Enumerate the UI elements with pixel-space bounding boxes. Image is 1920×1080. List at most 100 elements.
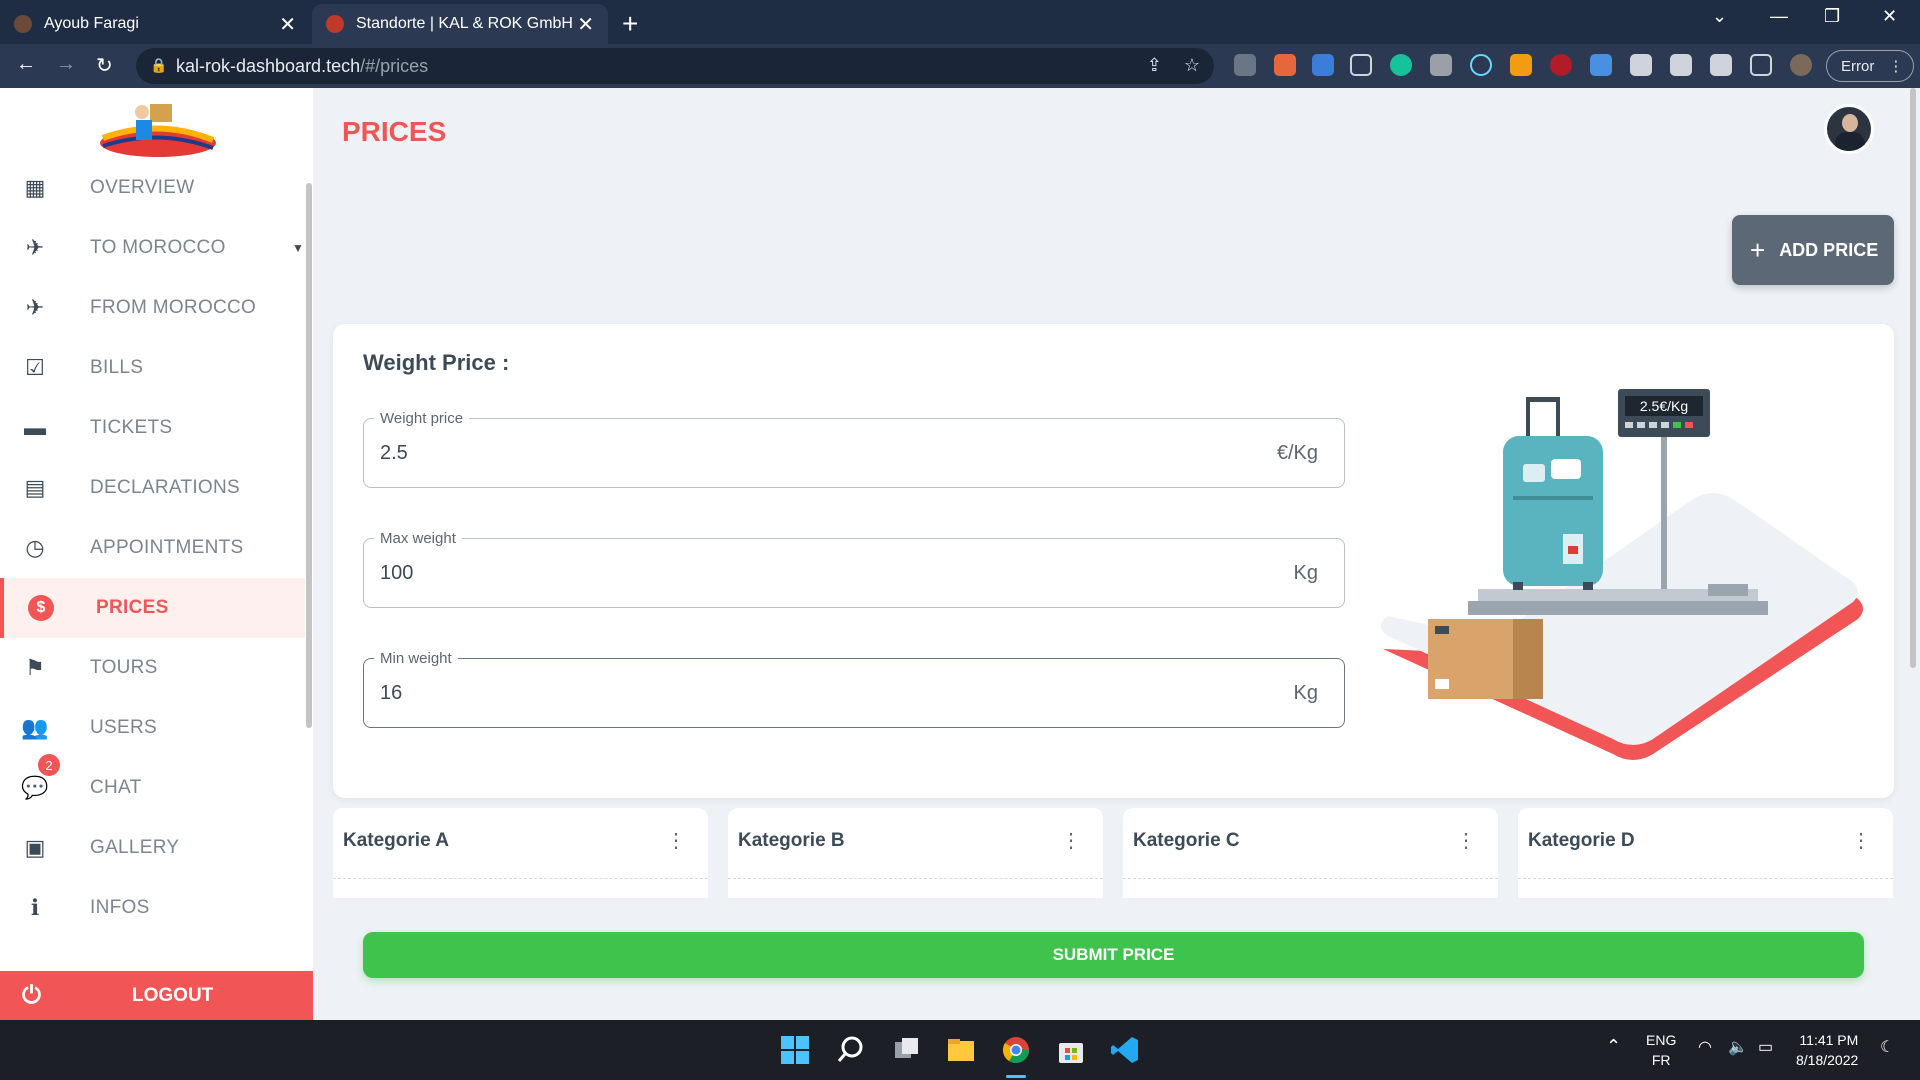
- extension-shield-icon[interactable]: [1630, 54, 1652, 76]
- task-view-icon[interactable]: [892, 1035, 922, 1065]
- extension-ublock-icon[interactable]: [1550, 54, 1572, 76]
- plane-takeoff-icon: ✈: [25, 235, 45, 260]
- tab-search-chevron-icon[interactable]: ⌄: [1712, 6, 1727, 27]
- side-panel-icon[interactable]: [1750, 54, 1772, 76]
- close-icon[interactable]: ✕: [577, 12, 594, 37]
- gallery-icon: ▣: [24, 835, 46, 860]
- extensions-puzzle-icon[interactable]: [1670, 54, 1692, 76]
- caret-down-icon[interactable]: ▼: [292, 241, 304, 255]
- sidebar-item-bills[interactable]: ☑ BILLS: [0, 338, 305, 398]
- sidebar-item-prices[interactable]: $ PRICES: [0, 578, 305, 638]
- extension-grammarly-icon[interactable]: [1390, 54, 1412, 76]
- user-avatar[interactable]: [1824, 104, 1874, 154]
- new-tab-icon[interactable]: +: [622, 8, 638, 40]
- share-icon[interactable]: ⇪: [1147, 55, 1162, 76]
- sidebar-item-declarations[interactable]: ▤ DECLARATIONS: [0, 458, 305, 518]
- store-icon[interactable]: [1056, 1035, 1086, 1065]
- reload-icon[interactable]: ↻: [96, 53, 113, 78]
- restore-icon[interactable]: ❐: [1824, 6, 1840, 27]
- file-explorer-icon[interactable]: [946, 1035, 976, 1065]
- sidebar-item-tours[interactable]: ⚑ TOURS: [0, 638, 305, 698]
- close-icon[interactable]: ✕: [279, 12, 296, 37]
- sidebar-item-from-morocco[interactable]: ✈ FROM MOROCCO: [0, 278, 305, 338]
- weight-price-field[interactable]: Weight price 2.5 €/Kg: [363, 410, 1345, 488]
- logout-button[interactable]: ⏻ LOGOUT: [0, 971, 313, 1020]
- category-title: Kategorie C: [1133, 830, 1240, 851]
- tray-chevron-icon[interactable]: ⌃: [1606, 1036, 1621, 1056]
- plus-icon: +: [1750, 234, 1766, 265]
- sidebar-item-label: PRICES: [96, 597, 169, 618]
- sidebar-item-appointments[interactable]: ◷ APPOINTMENTS: [0, 518, 305, 578]
- browser-tab-profile[interactable]: Ayoub Faragi ✕: [0, 4, 310, 44]
- sidebar-item-label: BILLS: [90, 357, 144, 378]
- luggage-scale-illustration: 2.5€/Kg: [1380, 389, 1863, 760]
- power-icon: ⏻: [22, 981, 41, 1009]
- reading-list-icon[interactable]: [1710, 54, 1732, 76]
- kebab-menu-icon[interactable]: ⋮: [1851, 828, 1871, 853]
- kebab-menu-icon[interactable]: ⋮: [1061, 828, 1081, 853]
- sidebar-item-to-morocco[interactable]: ✈ TO MOROCCO ▼: [0, 218, 305, 278]
- sidebar-item-overview[interactable]: ▦ OVERVIEW: [0, 158, 305, 218]
- error-button[interactable]: Error ⋮: [1826, 50, 1914, 82]
- field-unit: Kg: [1293, 562, 1318, 584]
- info-icon: ℹ: [30, 895, 40, 920]
- extension-q-icon[interactable]: [1510, 54, 1532, 76]
- users-icon: 👥: [21, 715, 49, 740]
- extension-layout-icon[interactable]: [1312, 54, 1334, 76]
- sidebar-item-infos[interactable]: ℹ INFOS: [0, 878, 305, 938]
- kebab-menu-icon[interactable]: ⋮: [1456, 828, 1476, 853]
- kebab-menu-icon[interactable]: ⋮: [666, 828, 686, 853]
- extension-camera-icon[interactable]: [1430, 54, 1452, 76]
- clock-date: 8/18/2022: [1796, 1052, 1859, 1068]
- battery-icon[interactable]: ▭: [1758, 1038, 1773, 1058]
- logout-label: LOGOUT: [132, 984, 214, 1006]
- sidebar-item-label: GALLERY: [90, 837, 180, 858]
- field-unit: €/Kg: [1276, 442, 1318, 464]
- sidebar-item-gallery[interactable]: ▣ GALLERY: [0, 818, 305, 878]
- sidebar-item-users[interactable]: 👥 USERS: [0, 698, 305, 758]
- max-weight-field[interactable]: Max weight 100 Kg: [363, 530, 1345, 608]
- back-icon[interactable]: ←: [16, 53, 36, 76]
- sidebar-scrollbar[interactable]: [306, 183, 312, 728]
- main-scrollbar[interactable]: [1910, 88, 1916, 668]
- sidebar-item-tickets[interactable]: ▬ TICKETS: [0, 398, 305, 458]
- language-indicator[interactable]: ENG FR: [1646, 1030, 1676, 1070]
- submit-price-button[interactable]: SUBMIT PRICE: [363, 932, 1864, 978]
- min-weight-field[interactable]: Min weight 16 Kg: [363, 650, 1345, 728]
- active-app-indicator: [1006, 1075, 1026, 1078]
- clock[interactable]: 11:41 PM 8/18/2022: [1796, 1030, 1858, 1070]
- url-host: kal-rok-dashboard.tech: [176, 55, 361, 76]
- windows-start-icon[interactable]: [780, 1035, 810, 1065]
- kebab-menu-icon[interactable]: ⋮: [1888, 57, 1903, 75]
- window-close-icon[interactable]: ✕: [1882, 6, 1897, 27]
- add-price-button[interactable]: + ADD PRICE: [1732, 215, 1894, 285]
- field-value[interactable]: 16: [380, 682, 402, 705]
- extension-off-icon[interactable]: [1274, 54, 1296, 76]
- notifications-icon[interactable]: ☾: [1880, 1038, 1894, 1058]
- wifi-icon[interactable]: ◠: [1698, 1038, 1712, 1058]
- extension-crop-icon[interactable]: [1350, 54, 1372, 76]
- vscode-icon[interactable]: [1110, 1035, 1140, 1065]
- address-bar[interactable]: 🔒 kal-rok-dashboard.tech/#/prices ⇪ ☆: [136, 48, 1214, 84]
- sidebar-item-label: APPOINTMENTS: [90, 537, 244, 558]
- grid-icon: ▦: [24, 175, 46, 200]
- ticket-icon: ▬: [24, 415, 46, 440]
- extension-screen-icon[interactable]: [1590, 54, 1612, 76]
- extension-pen-icon[interactable]: [1234, 54, 1256, 76]
- forward-icon[interactable]: →: [56, 53, 76, 76]
- minimize-icon[interactable]: —: [1770, 6, 1788, 27]
- page-title: PRICES: [342, 116, 447, 147]
- browser-tab-dashboard[interactable]: Standorte | KAL & ROK GmbH ✕: [312, 4, 608, 44]
- profile-avatar-icon[interactable]: [1790, 54, 1812, 76]
- field-value[interactable]: 100: [380, 562, 413, 585]
- extension-react-icon[interactable]: [1470, 54, 1492, 76]
- category-card-a: Kategorie A ⋮: [333, 808, 708, 898]
- volume-icon[interactable]: 🔈: [1728, 1038, 1748, 1058]
- search-icon[interactable]: [836, 1035, 866, 1065]
- tab-title: Standorte | KAL & ROK GmbH: [356, 15, 573, 32]
- chrome-icon[interactable]: [1001, 1035, 1031, 1065]
- bookmark-star-icon[interactable]: ☆: [1184, 55, 1200, 76]
- sidebar-item-chat[interactable]: 💬 2 CHAT: [0, 754, 305, 818]
- sidebar: ▦ OVERVIEW ✈ TO MOROCCO ▼ ✈ FROM MOROCCO…: [0, 88, 313, 1020]
- field-value[interactable]: 2.5: [380, 442, 408, 465]
